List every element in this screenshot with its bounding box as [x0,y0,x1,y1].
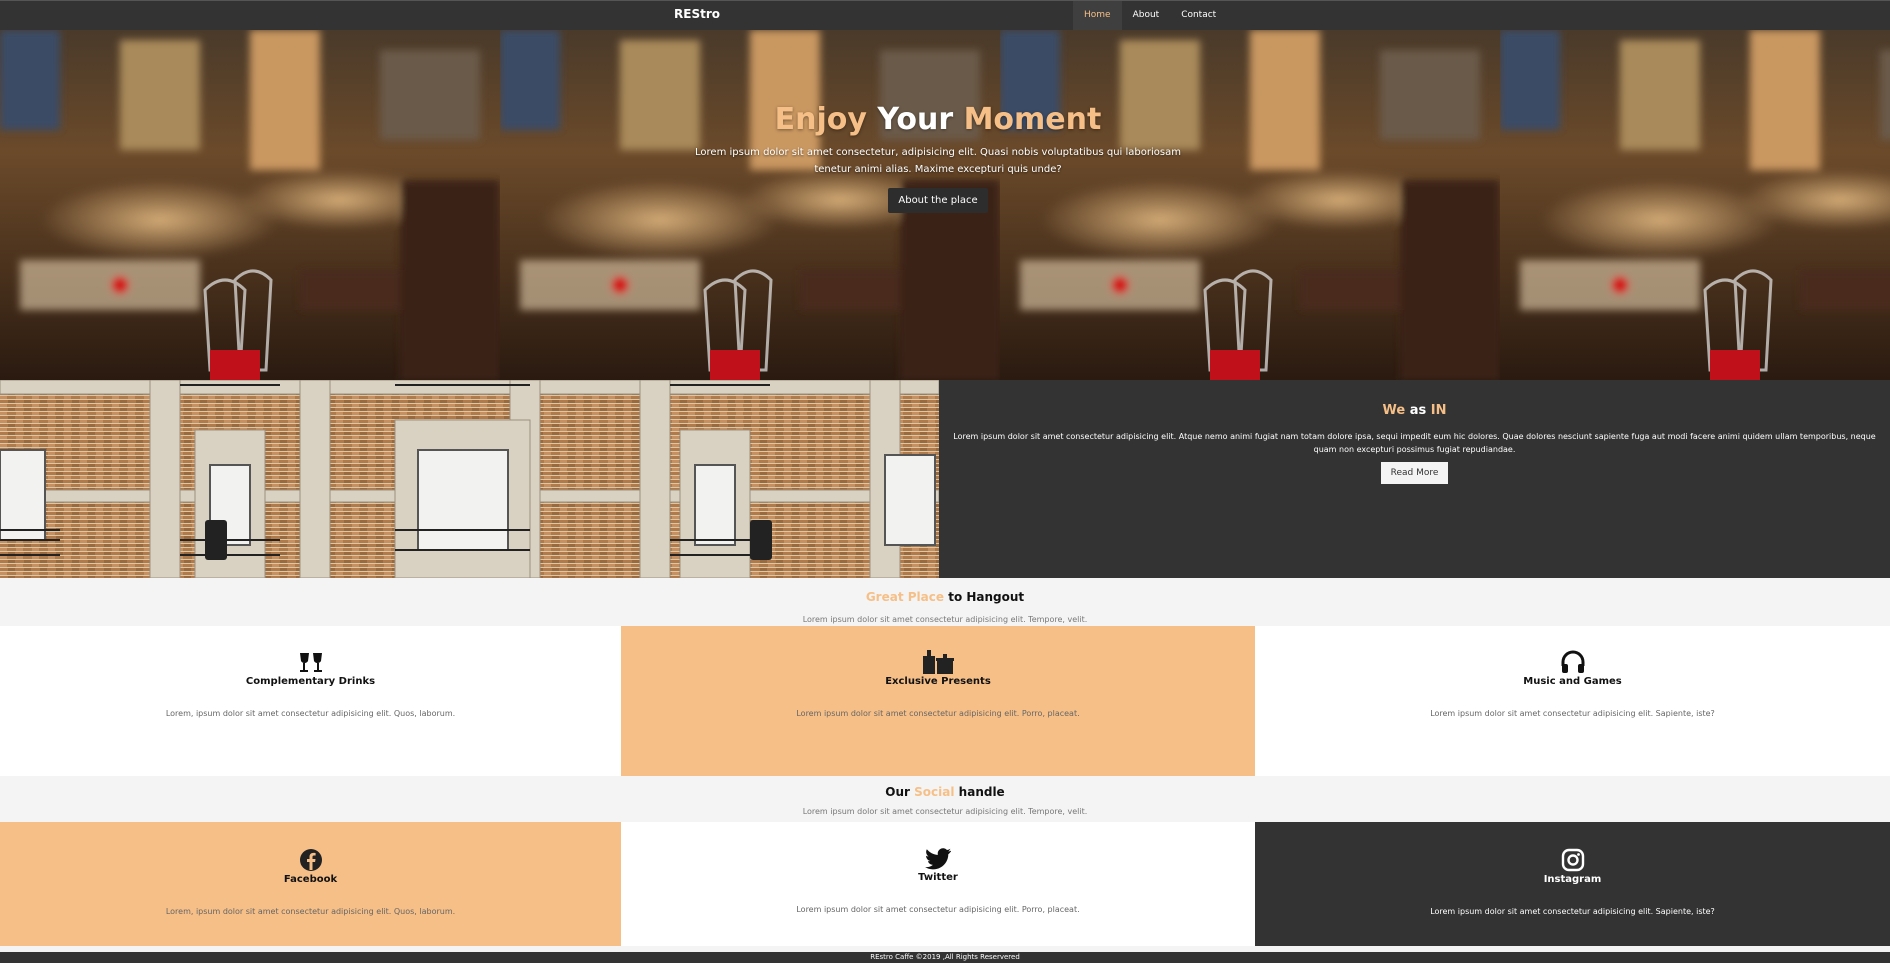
about-description: Lorem ipsum dolor sit amet consectetur a… [953,432,1876,454]
hangout-title-accent: Great Place [865,590,945,604]
glasses-cheers-icon [0,650,621,674]
hangout-title-rest: to Hangout [948,590,1025,604]
social-subtitle: Lorem ipsum dolor sit amet consectetur a… [802,807,1088,816]
nav-link-about[interactable]: About [1122,1,1171,31]
hero-title-your: Your [877,102,954,137]
feature-text: Lorem ipsum dolor sit amet consectetur a… [1430,709,1715,718]
feature-title: Exclusive Presents [885,676,991,687]
feature-text: Lorem, ipsum dolor sit amet consectetur … [165,709,456,718]
feature-card: Complementary Drinks Lorem, ipsum dolor … [0,626,621,776]
headphones-icon [1255,650,1890,674]
hero-title-moment: Moment [963,102,1102,137]
instagram-icon [1255,848,1890,872]
social-card-facebook[interactable]: Facebook Lorem, ipsum dolor sit amet con… [0,822,621,946]
social-title-start: Our [885,785,910,799]
hero-title: Enjoy Your Moment [0,102,1876,138]
feature-title: Music and Games [1523,676,1622,687]
hero-title-enjoy: Enjoy [774,102,867,137]
social-title: Our Social handle [0,785,1890,799]
social-title-end: handle [958,785,1005,799]
about-title: We as IN [939,403,1890,418]
facebook-icon [0,848,621,872]
twitter-icon [621,848,1255,870]
hero-section: Enjoy Your Moment Lorem ipsum dolor sit … [0,30,1890,380]
hero-content: Enjoy Your Moment Lorem ipsum dolor sit … [0,102,1876,213]
social-header: Our Social handle Lorem ipsum dolor sit … [0,776,1890,822]
hero-description: Lorem ipsum dolor sit amet consectetur, … [695,147,1181,175]
social-title-accent: Social [914,785,955,799]
social-title-instagram: Instagram [1543,874,1602,885]
hangout-header: Great Place to Hangout Lorem ipsum dolor… [0,578,1890,626]
social-cards: Facebook Lorem, ipsum dolor sit amet con… [0,822,1890,946]
social-title-twitter: Twitter [918,872,958,883]
nav-link-home[interactable]: Home [1073,1,1122,31]
feature-title: Complementary Drinks [245,676,376,687]
brand-logo[interactable]: REStro [674,7,720,21]
gifts-icon [621,650,1255,674]
hangout-title: Great Place to Hangout [0,590,1890,604]
social-card-twitter[interactable]: Twitter Lorem ipsum dolor sit amet conse… [621,822,1255,946]
feature-card: Music and Games Lorem ipsum dolor sit am… [1255,626,1890,776]
social-text-instagram: Lorem ipsum dolor sit amet consectetur a… [1430,907,1715,916]
social-title-facebook: Facebook [283,874,338,885]
nav-link-contact[interactable]: Contact [1170,1,1227,31]
about-the-place-button[interactable]: About the place [888,188,988,213]
about-title-as: as [1409,403,1427,418]
navbar: REStro Home About Contact [0,0,1890,31]
social-text-facebook: Lorem, ipsum dolor sit amet consectetur … [165,907,456,916]
social-card-instagram[interactable]: Instagram Lorem ipsum dolor sit amet con… [1255,822,1890,946]
read-more-button[interactable]: Read More [1380,462,1449,484]
hangout-cards: Complementary Drinks Lorem, ipsum dolor … [0,626,1890,776]
building-facade-image [0,380,939,578]
footer: REstro Caffe ©2019 ,All Rights Reservere… [0,952,1890,963]
about-title-we: We [1382,403,1406,418]
hangout-subtitle: Lorem ipsum dolor sit amet consectetur a… [802,615,1088,624]
social-text-twitter: Lorem ipsum dolor sit amet consectetur a… [796,905,1080,914]
feature-card: Exclusive Presents Lorem ipsum dolor sit… [621,626,1255,776]
feature-text: Lorem ipsum dolor sit amet consectetur a… [796,709,1080,718]
about-section: We as IN Lorem ipsum dolor sit amet cons… [939,380,1890,578]
nav-links: Home About Contact [1073,1,1227,31]
about-title-in: IN [1430,403,1447,418]
